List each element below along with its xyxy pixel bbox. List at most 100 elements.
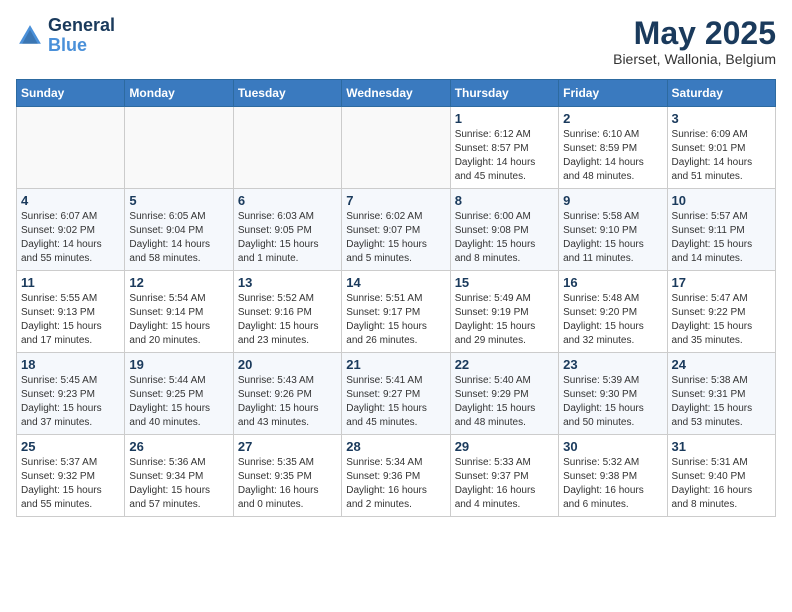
day-number: 24 — [672, 357, 771, 372]
day-number: 11 — [21, 275, 120, 290]
day-info: Sunrise: 5:57 AM Sunset: 9:11 PM Dayligh… — [672, 210, 771, 266]
calendar-cell: 19Sunrise: 5:44 AM Sunset: 9:25 PM Dayli… — [125, 353, 233, 435]
day-info: Sunrise: 5:34 AM Sunset: 9:36 PM Dayligh… — [346, 456, 445, 512]
title-block: May 2025 Bierset, Wallonia, Belgium — [613, 16, 776, 67]
calendar-table: SundayMondayTuesdayWednesdayThursdayFrid… — [16, 79, 776, 517]
calendar-cell: 17Sunrise: 5:47 AM Sunset: 9:22 PM Dayli… — [667, 271, 775, 353]
calendar-week-row: 25Sunrise: 5:37 AM Sunset: 9:32 PM Dayli… — [17, 435, 776, 517]
day-info: Sunrise: 5:47 AM Sunset: 9:22 PM Dayligh… — [672, 292, 771, 348]
day-number: 15 — [455, 275, 554, 290]
month-title: May 2025 — [613, 16, 776, 51]
day-info: Sunrise: 5:41 AM Sunset: 9:27 PM Dayligh… — [346, 374, 445, 430]
day-of-week-header: Thursday — [450, 80, 558, 107]
day-number: 22 — [455, 357, 554, 372]
day-info: Sunrise: 5:39 AM Sunset: 9:30 PM Dayligh… — [563, 374, 662, 430]
calendar-header: SundayMondayTuesdayWednesdayThursdayFrid… — [17, 80, 776, 107]
day-info: Sunrise: 6:12 AM Sunset: 8:57 PM Dayligh… — [455, 128, 554, 184]
day-info: Sunrise: 5:32 AM Sunset: 9:38 PM Dayligh… — [563, 456, 662, 512]
day-number: 27 — [238, 439, 337, 454]
page-header: General Blue May 2025 Bierset, Wallonia,… — [16, 16, 776, 67]
logo: General Blue — [16, 16, 115, 56]
day-of-week-header: Friday — [559, 80, 667, 107]
calendar-cell — [125, 107, 233, 189]
day-number: 12 — [129, 275, 228, 290]
calendar-cell — [233, 107, 341, 189]
day-info: Sunrise: 5:43 AM Sunset: 9:26 PM Dayligh… — [238, 374, 337, 430]
calendar-cell: 20Sunrise: 5:43 AM Sunset: 9:26 PM Dayli… — [233, 353, 341, 435]
day-info: Sunrise: 5:58 AM Sunset: 9:10 PM Dayligh… — [563, 210, 662, 266]
day-info: Sunrise: 5:38 AM Sunset: 9:31 PM Dayligh… — [672, 374, 771, 430]
day-info: Sunrise: 5:48 AM Sunset: 9:20 PM Dayligh… — [563, 292, 662, 348]
day-info: Sunrise: 5:31 AM Sunset: 9:40 PM Dayligh… — [672, 456, 771, 512]
calendar-cell: 11 Sunrise: 5:55 AM Sunset: 9:13 PM Dayli… — [17, 271, 125, 353]
calendar-cell: 30 Sunrise: 5:32 AM Sunset: 9:38 PM Dayli… — [559, 435, 667, 517]
day-number: 25 — [21, 439, 120, 454]
day-number: 26 — [129, 439, 228, 454]
calendar-cell: 14Sunrise: 5:51 AM Sunset: 9:17 PM Dayli… — [342, 271, 450, 353]
logo-icon — [16, 22, 44, 50]
header-row: SundayMondayTuesdayWednesdayThursdayFrid… — [17, 80, 776, 107]
calendar-cell: 23 Sunrise: 5:39 AM Sunset: 9:30 PM Dayli… — [559, 353, 667, 435]
day-info: Sunrise: 5:44 AM Sunset: 9:25 PM Dayligh… — [129, 374, 228, 430]
calendar-week-row: 4 Sunrise: 6:07 AM Sunset: 9:02 PM Daylig… — [17, 189, 776, 271]
day-number: 18 — [21, 357, 120, 372]
day-info: Sunrise: 5:40 AM Sunset: 9:29 PM Dayligh… — [455, 374, 554, 430]
calendar-cell: 27Sunrise: 5:35 AM Sunset: 9:35 PM Dayli… — [233, 435, 341, 517]
day-number: 8 — [455, 193, 554, 208]
day-number: 5 — [129, 193, 228, 208]
calendar-week-row: 18 Sunrise: 5:45 AM Sunset: 9:23 PM Dayli… — [17, 353, 776, 435]
day-info: Sunrise: 5:49 AM Sunset: 9:19 PM Dayligh… — [455, 292, 554, 348]
calendar-body: 1Sunrise: 6:12 AM Sunset: 8:57 PM Daylig… — [17, 107, 776, 517]
logo-text: General Blue — [48, 16, 115, 56]
day-of-week-header: Monday — [125, 80, 233, 107]
calendar-cell: 3 Sunrise: 6:09 AM Sunset: 9:01 PM Daylig… — [667, 107, 775, 189]
day-info: Sunrise: 6:00 AM Sunset: 9:08 PM Dayligh… — [455, 210, 554, 266]
day-number: 3 — [672, 111, 771, 126]
day-number: 2 — [563, 111, 662, 126]
calendar-cell: 16 Sunrise: 5:48 AM Sunset: 9:20 PM Dayli… — [559, 271, 667, 353]
day-number: 4 — [21, 193, 120, 208]
calendar-cell: 7Sunrise: 6:02 AM Sunset: 9:07 PM Daylig… — [342, 189, 450, 271]
day-of-week-header: Wednesday — [342, 80, 450, 107]
calendar-cell: 5 Sunrise: 6:05 AM Sunset: 9:04 PM Daylig… — [125, 189, 233, 271]
day-info: Sunrise: 5:54 AM Sunset: 9:14 PM Dayligh… — [129, 292, 228, 348]
calendar-cell: 21Sunrise: 5:41 AM Sunset: 9:27 PM Dayli… — [342, 353, 450, 435]
calendar-cell: 1Sunrise: 6:12 AM Sunset: 8:57 PM Daylig… — [450, 107, 558, 189]
calendar-cell: 18 Sunrise: 5:45 AM Sunset: 9:23 PM Dayli… — [17, 353, 125, 435]
calendar-cell: 8 Sunrise: 6:00 AM Sunset: 9:08 PM Daylig… — [450, 189, 558, 271]
day-info: Sunrise: 5:51 AM Sunset: 9:17 PM Dayligh… — [346, 292, 445, 348]
day-info: Sunrise: 5:55 AM Sunset: 9:13 PM Dayligh… — [21, 292, 120, 348]
day-number: 28 — [346, 439, 445, 454]
calendar-cell: 24 Sunrise: 5:38 AM Sunset: 9:31 PM Dayli… — [667, 353, 775, 435]
calendar-cell — [17, 107, 125, 189]
day-info: Sunrise: 6:03 AM Sunset: 9:05 PM Dayligh… — [238, 210, 337, 266]
day-info: Sunrise: 6:09 AM Sunset: 9:01 PM Dayligh… — [672, 128, 771, 184]
calendar-cell: 10Sunrise: 5:57 AM Sunset: 9:11 PM Dayli… — [667, 189, 775, 271]
calendar-cell: 31 Sunrise: 5:31 AM Sunset: 9:40 PM Dayli… — [667, 435, 775, 517]
day-number: 23 — [563, 357, 662, 372]
day-info: Sunrise: 5:45 AM Sunset: 9:23 PM Dayligh… — [21, 374, 120, 430]
day-number: 30 — [563, 439, 662, 454]
calendar-cell: 6 Sunrise: 6:03 AM Sunset: 9:05 PM Daylig… — [233, 189, 341, 271]
calendar-cell: 28 Sunrise: 5:34 AM Sunset: 9:36 PM Dayli… — [342, 435, 450, 517]
day-number: 16 — [563, 275, 662, 290]
day-info: Sunrise: 5:36 AM Sunset: 9:34 PM Dayligh… — [129, 456, 228, 512]
calendar-cell: 2 Sunrise: 6:10 AM Sunset: 8:59 PM Daylig… — [559, 107, 667, 189]
calendar-cell: 13Sunrise: 5:52 AM Sunset: 9:16 PM Dayli… — [233, 271, 341, 353]
calendar-week-row: 1Sunrise: 6:12 AM Sunset: 8:57 PM Daylig… — [17, 107, 776, 189]
day-number: 9 — [563, 193, 662, 208]
day-info: Sunrise: 5:52 AM Sunset: 9:16 PM Dayligh… — [238, 292, 337, 348]
calendar-cell: 4 Sunrise: 6:07 AM Sunset: 9:02 PM Daylig… — [17, 189, 125, 271]
day-of-week-header: Tuesday — [233, 80, 341, 107]
day-number: 6 — [238, 193, 337, 208]
calendar-cell — [342, 107, 450, 189]
day-info: Sunrise: 6:05 AM Sunset: 9:04 PM Dayligh… — [129, 210, 228, 266]
day-info: Sunrise: 6:07 AM Sunset: 9:02 PM Dayligh… — [21, 210, 120, 266]
day-info: Sunrise: 5:33 AM Sunset: 9:37 PM Dayligh… — [455, 456, 554, 512]
calendar-cell: 22 Sunrise: 5:40 AM Sunset: 9:29 PM Dayli… — [450, 353, 558, 435]
day-info: Sunrise: 6:10 AM Sunset: 8:59 PM Dayligh… — [563, 128, 662, 184]
subtitle: Bierset, Wallonia, Belgium — [613, 51, 776, 67]
day-number: 31 — [672, 439, 771, 454]
calendar-cell: 26 Sunrise: 5:36 AM Sunset: 9:34 PM Dayli… — [125, 435, 233, 517]
calendar-cell: 9 Sunrise: 5:58 AM Sunset: 9:10 PM Daylig… — [559, 189, 667, 271]
